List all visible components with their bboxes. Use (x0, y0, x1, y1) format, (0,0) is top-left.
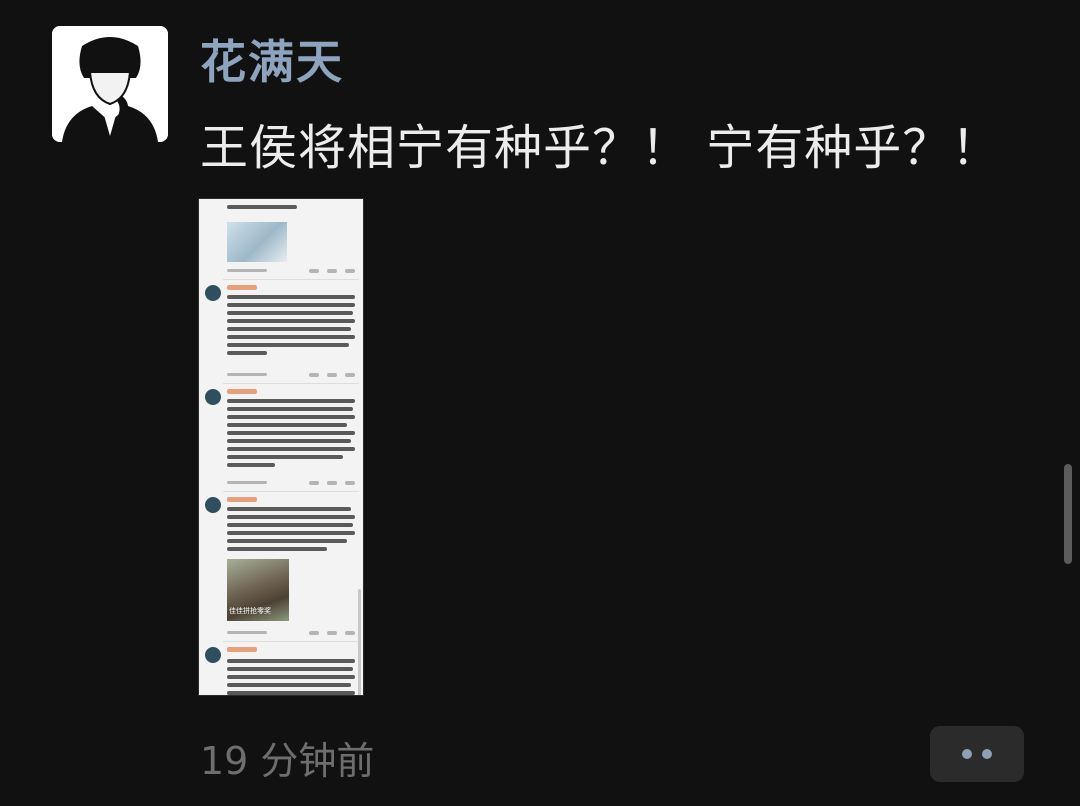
divider (223, 279, 359, 280)
reply-icon (309, 269, 319, 273)
more-dots-icon (962, 749, 972, 759)
page-scrollbar[interactable] (1064, 464, 1072, 564)
image-meta-line (227, 269, 267, 272)
author-avatar[interactable] (52, 26, 168, 142)
comment-icon (327, 269, 337, 273)
divider (223, 383, 359, 384)
post-text: 王侯将相宁有种乎？！ 宁有种乎？！ (200, 120, 1001, 176)
more-dots-icon (982, 749, 992, 759)
author-name[interactable]: 花满天 (200, 26, 344, 92)
avatar-figure-icon (52, 26, 168, 142)
commenter-name (227, 285, 257, 290)
post-timestamp: 19 分钟前 (200, 739, 375, 783)
commenter-avatar (205, 647, 221, 663)
more-options-button[interactable] (930, 726, 1024, 782)
like-icon (345, 269, 355, 273)
commenter-avatar (205, 497, 221, 513)
image-text-line (227, 205, 297, 209)
divider (223, 641, 359, 642)
room-photo (227, 222, 287, 262)
post-image[interactable]: 佳佳拼抢零奖 (198, 198, 364, 696)
commenter-name (227, 389, 257, 394)
commenter-avatar (205, 389, 221, 405)
meme-caption: 佳佳拼抢零奖 (229, 607, 271, 615)
image-scrollbar (358, 589, 361, 695)
commenter-name (227, 647, 257, 652)
divider (223, 491, 359, 492)
commenter-avatar (205, 285, 221, 301)
commenter-name (227, 497, 257, 502)
